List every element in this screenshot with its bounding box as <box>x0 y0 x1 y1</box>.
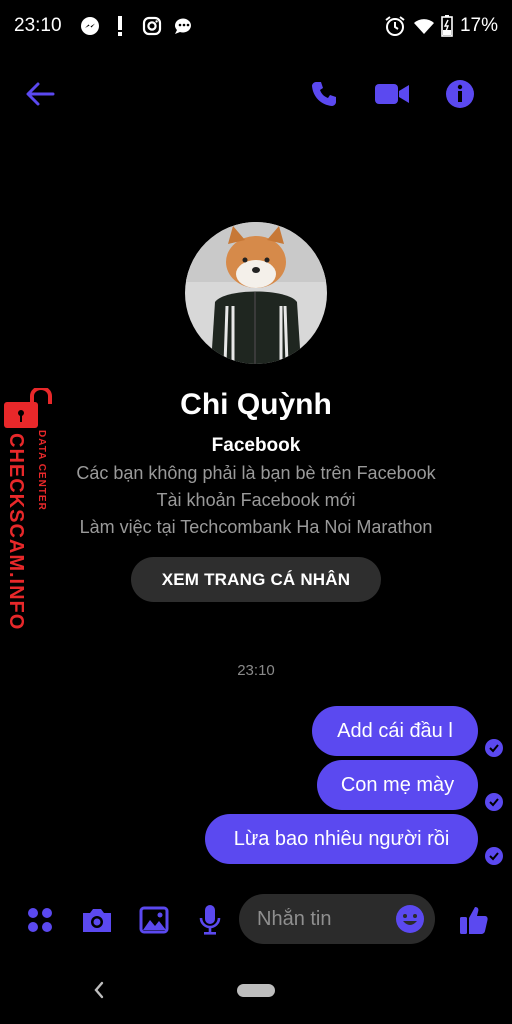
profile-info-line: Tài khoản Facebook mới <box>156 490 356 510</box>
message-input-field[interactable] <box>239 894 435 944</box>
nav-back-icon[interactable] <box>88 978 110 1002</box>
messenger-icon <box>80 14 100 38</box>
avatar[interactable] <box>185 222 327 364</box>
message-input[interactable] <box>257 894 387 944</box>
microphone-icon[interactable] <box>192 900 228 940</box>
watermark: DATA CENTER CHECKSCAM.INFO <box>0 386 60 638</box>
message-bubble[interactable]: Lừa bao nhiêu người rồi <box>205 814 478 864</box>
profile-source: Facebook <box>211 435 301 456</box>
status-bar: 23:10 17% <box>0 0 512 52</box>
phone-icon[interactable] <box>304 74 344 114</box>
seen-check-icon <box>485 793 503 811</box>
menu-dots-icon[interactable] <box>22 900 58 940</box>
status-time: 23:10 <box>14 15 62 36</box>
message-bubble[interactable]: Add cái đầu l <box>312 706 478 756</box>
view-profile-button[interactable]: XEM TRANG CÁ NHÂN <box>131 557 381 602</box>
video-camera-icon[interactable] <box>372 74 412 114</box>
seen-check-icon <box>485 739 503 757</box>
alarm-icon <box>384 14 406 38</box>
seen-check-icon <box>485 847 503 865</box>
profile-name: Chi Quỳnh <box>180 388 332 421</box>
wifi-icon <box>413 14 435 38</box>
battery-percent: 17% <box>459 15 498 36</box>
alert-icon <box>116 14 124 38</box>
nav-home-pill[interactable] <box>237 984 275 997</box>
instagram-icon <box>142 14 162 38</box>
message-timestamp: 23:10 <box>237 662 275 679</box>
thumbs-up-icon[interactable] <box>456 900 492 940</box>
message-bubble[interactable]: Con mẹ mày <box>317 760 478 810</box>
back-arrow-icon[interactable] <box>20 74 60 114</box>
image-icon[interactable] <box>136 900 172 940</box>
message-composer <box>0 890 512 950</box>
profile-info-line: Các bạn không phải là bạn bè trên Facebo… <box>76 463 436 483</box>
info-icon[interactable] <box>440 74 480 114</box>
chat-bubble-icon <box>172 14 194 38</box>
profile-info-line: Làm việc tại Techcombank Ha Noi Marathon <box>79 517 433 537</box>
emoji-icon[interactable] <box>395 904 425 934</box>
camera-icon[interactable] <box>79 900 115 940</box>
chat-header <box>0 60 512 124</box>
battery-icon <box>441 14 453 38</box>
